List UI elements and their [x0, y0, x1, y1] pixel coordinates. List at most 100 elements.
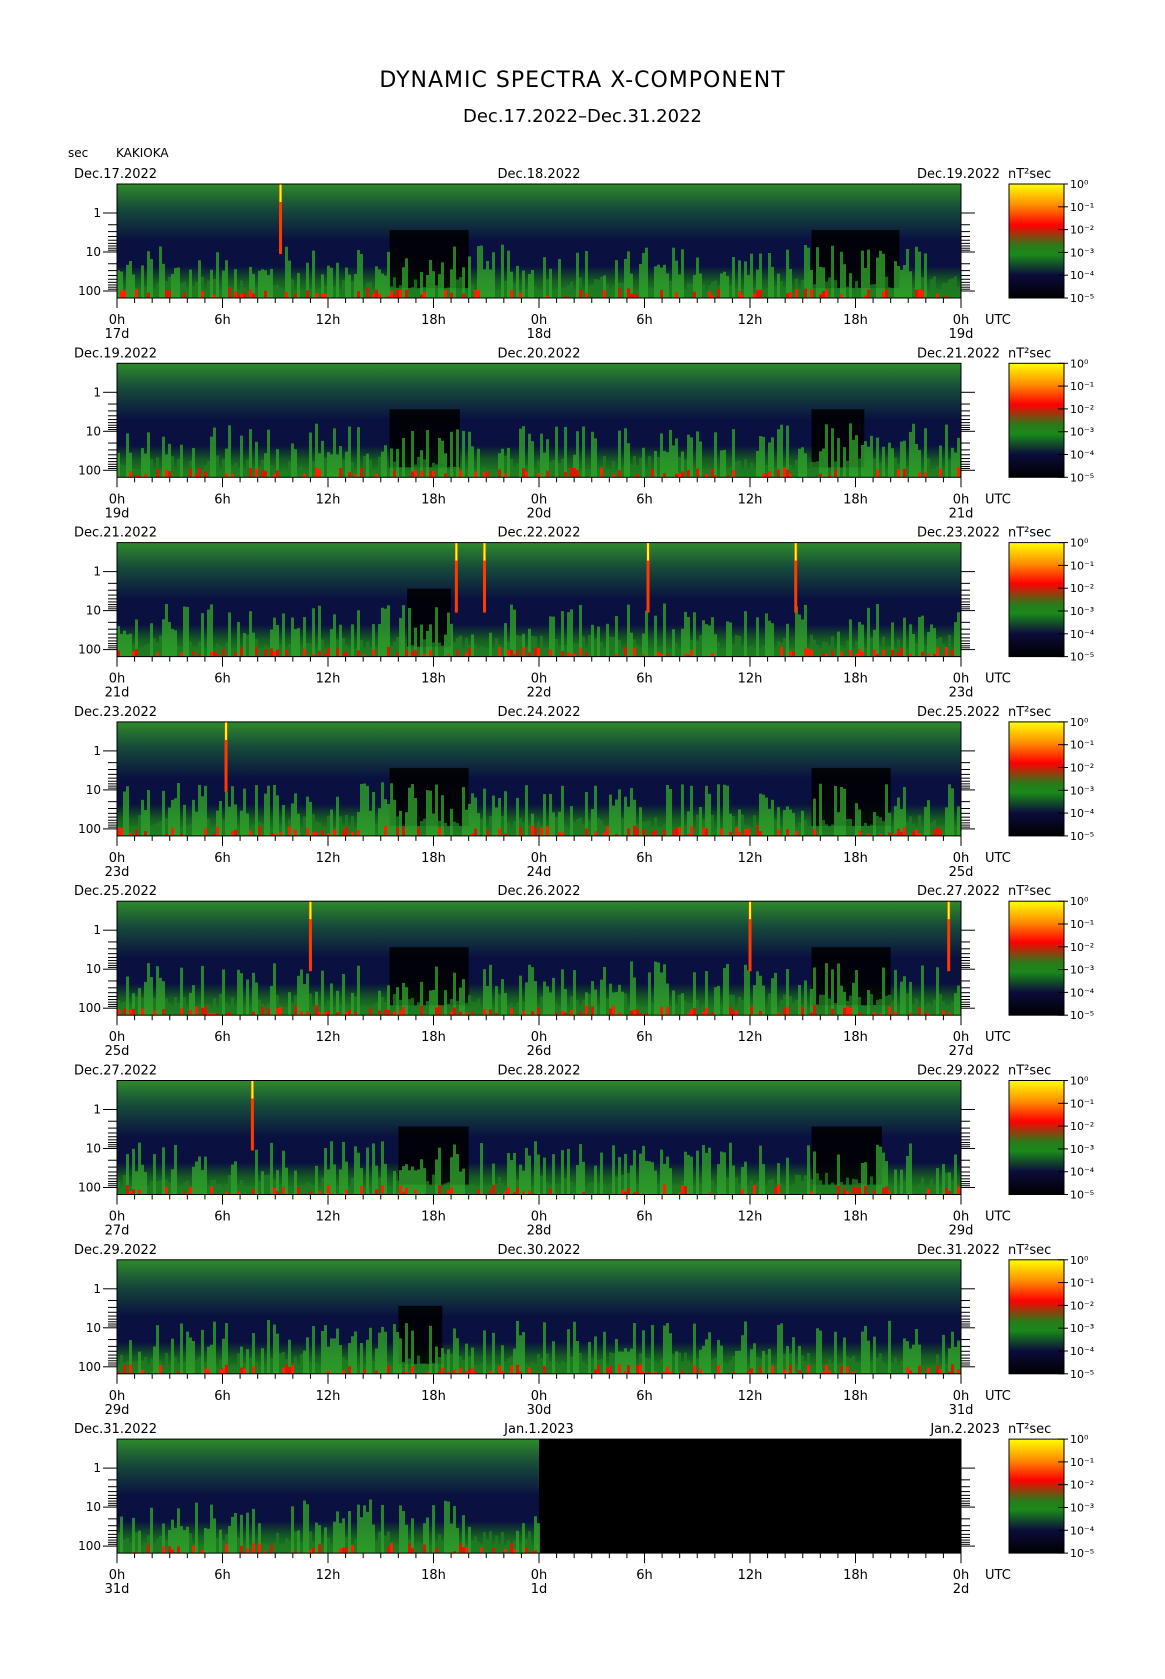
spectral-column	[402, 267, 405, 298]
spectral-column	[624, 1348, 627, 1374]
spectral-column	[459, 987, 462, 1016]
spectral-column	[510, 458, 513, 478]
spectral-column-high	[789, 651, 792, 657]
spectral-column-high	[801, 1006, 804, 1016]
spectral-column	[933, 999, 936, 1016]
spectral-column	[816, 644, 819, 657]
spectral-column	[366, 1511, 369, 1554]
spectral-column-high	[942, 1010, 945, 1016]
spectral-column-high	[498, 828, 501, 836]
spectral-column-high	[510, 1543, 513, 1554]
spectral-column	[135, 1361, 138, 1374]
spectral-column	[627, 1006, 630, 1016]
colorbar-tick-label: 10⁻¹	[1070, 1277, 1094, 1290]
spectral-column	[426, 1517, 429, 1554]
spectral-column	[405, 1524, 408, 1554]
spectral-column	[897, 1365, 900, 1374]
spectral-column	[648, 972, 651, 1016]
spectral-column	[558, 463, 561, 478]
spectral-column	[153, 1154, 156, 1195]
spectral-column-high	[585, 828, 588, 836]
spectral-column-high	[189, 1186, 192, 1195]
spectral-column	[639, 807, 642, 836]
y-tick-label: 100	[78, 284, 101, 298]
spectral-column	[447, 1349, 450, 1374]
spectral-column-high	[249, 830, 252, 836]
spectral-column-high	[255, 468, 258, 478]
spectral-column-high	[591, 1006, 594, 1016]
spectral-column	[861, 826, 864, 836]
spectral-column	[858, 287, 861, 298]
spectral-column	[891, 1001, 894, 1016]
spectral-column	[222, 1186, 225, 1195]
spectral-column	[792, 1002, 795, 1016]
spectral-column	[909, 624, 912, 657]
spectral-column	[411, 997, 414, 1016]
spectral-column	[912, 1003, 915, 1016]
spectral-column	[351, 281, 354, 298]
x-tick-label: 12h	[316, 1389, 341, 1404]
spectral-column	[252, 824, 255, 836]
spectral-column-high	[597, 1365, 600, 1374]
spectral-column	[624, 428, 627, 478]
spectral-column-high	[858, 830, 861, 836]
spectral-column-high	[252, 1543, 255, 1554]
spectral-column	[552, 1341, 555, 1374]
spectral-column-high	[339, 1548, 342, 1554]
spectral-column	[930, 278, 933, 298]
spectral-column	[723, 271, 726, 298]
spectral-column	[822, 820, 825, 836]
spectral-column	[729, 467, 732, 478]
spectral-column	[150, 623, 153, 657]
spectral-column-high	[198, 652, 201, 657]
spectral-column-high	[276, 1008, 279, 1016]
spectral-column	[762, 288, 765, 298]
spectral-column	[282, 1006, 285, 1016]
spectral-column	[714, 1357, 717, 1374]
spectral-column	[543, 981, 546, 1016]
x-tick-label: 12h	[738, 1389, 763, 1404]
spectral-column	[483, 969, 486, 1016]
spectral-column-high	[393, 1011, 396, 1016]
spectral-column	[204, 648, 207, 657]
spectral-column	[777, 641, 780, 657]
spectral-column-high	[735, 827, 738, 836]
spectral-column	[687, 811, 690, 836]
spectral-column	[144, 644, 147, 657]
x-tick-label: 0h	[109, 1030, 126, 1045]
spectral-column	[456, 823, 459, 836]
colorbar-tick-label: 10⁻⁴	[1070, 1524, 1095, 1537]
spectral-column	[720, 450, 723, 478]
spectral-column	[189, 824, 192, 836]
spectral-column-high	[282, 1186, 285, 1195]
spectral-column	[546, 647, 549, 657]
x-tick-label: 12h	[316, 1210, 341, 1225]
spectral-column	[735, 288, 738, 298]
spectral-column	[438, 642, 441, 657]
spectral-column	[279, 1184, 282, 1195]
x-tick-label: 6h	[636, 672, 653, 687]
spectral-column	[885, 995, 888, 1016]
spectral-column	[951, 278, 954, 298]
spectral-column-high	[633, 1009, 636, 1016]
spectral-column-high	[369, 1008, 372, 1016]
spectral-column	[618, 789, 621, 836]
spectral-column-high	[516, 1187, 519, 1195]
spectral-column	[372, 468, 375, 478]
spectral-column	[486, 1539, 489, 1554]
spectral-column	[342, 974, 345, 1016]
spectral-column	[453, 1328, 456, 1374]
x-tick-label: 18h	[843, 1210, 868, 1225]
spectral-column-high	[462, 1547, 465, 1554]
spectral-column	[624, 1153, 627, 1195]
spectral-column-high	[738, 831, 741, 836]
spectral-column-high	[630, 293, 633, 298]
spectral-column-high	[258, 826, 261, 836]
spectra-panel: Dec.25.2022 Dec.26.2022 Dec.27.2022 nT²sec1…	[74, 884, 1095, 1059]
spectral-column	[297, 1365, 300, 1374]
pulsation-spike-peak	[483, 542, 486, 561]
spectral-column	[846, 640, 849, 657]
spectral-column	[915, 443, 918, 478]
spectral-column	[696, 814, 699, 836]
spectral-column	[906, 248, 909, 298]
